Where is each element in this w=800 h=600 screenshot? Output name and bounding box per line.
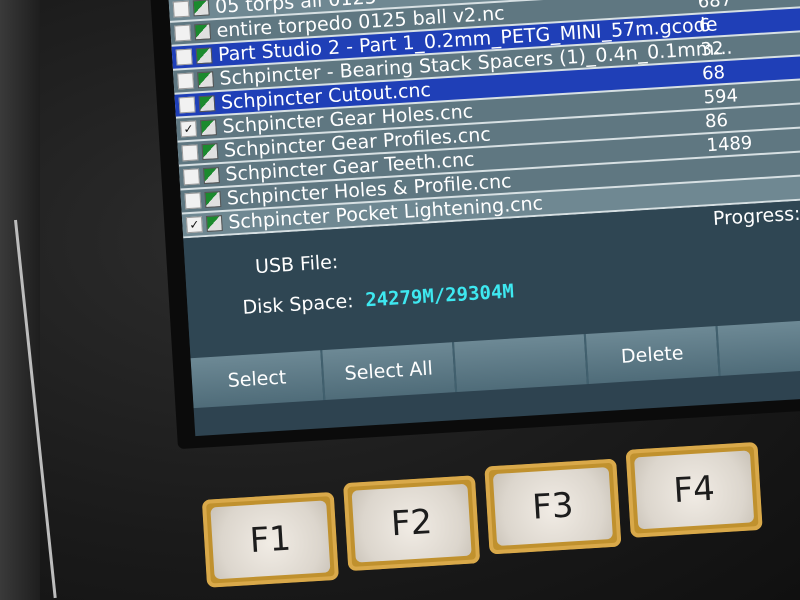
file-checkbox[interactable] (178, 96, 196, 114)
f4-key-label: F4 (634, 450, 755, 530)
progress-label: Progress: (712, 202, 800, 231)
file-checkbox[interactable] (181, 144, 199, 162)
file-type-icon (195, 47, 213, 65)
file-type-icon (192, 0, 210, 17)
file-size: 68 (701, 61, 726, 84)
file-list: 05 torps all 0125 entire torpedo 0125 bal… (168, 0, 800, 239)
file-size: 86 (704, 109, 729, 132)
blank-softkey-3[interactable] (454, 334, 589, 393)
select-softkey[interactable]: Select (190, 350, 326, 409)
file-size: 594 (702, 84, 739, 108)
file-checkbox[interactable] (184, 192, 202, 210)
f2-key-label: F2 (351, 483, 472, 563)
file-checkbox[interactable] (174, 24, 192, 42)
file-type-icon (200, 119, 217, 137)
file-type-icon (194, 23, 212, 41)
delete-softkey[interactable]: Delete (585, 325, 721, 384)
disk-space-value: 24279M/29304M (364, 280, 515, 312)
file-type-icon (197, 71, 215, 89)
file-checkbox[interactable] (175, 48, 193, 66)
usb-file-label: USB File: (254, 251, 339, 279)
f1-key-label: F1 (210, 500, 331, 580)
file-size: 6 (698, 14, 712, 37)
f3-key-label: F3 (492, 467, 613, 546)
file-type-icon (202, 167, 220, 185)
file-size: 32 (700, 37, 725, 60)
f1-key[interactable]: F1 (201, 491, 339, 588)
file-type-icon (198, 95, 216, 113)
file-type-icon (204, 191, 222, 209)
function-key-row: F1 F2 F3 F4 (200, 432, 800, 590)
screen-frame: 05 torps all 0125 entire torpedo 0125 bal… (150, 0, 800, 450)
file-checkbox[interactable]: ✓ (185, 216, 203, 234)
file-checkbox[interactable] (177, 72, 195, 90)
file-size: 1489 (705, 132, 753, 156)
blank-softkey-5[interactable] (717, 317, 800, 376)
controller-device: 05 torps all 0125 entire torpedo 0125 bal… (0, 0, 800, 600)
select-all-softkey[interactable]: Select All (322, 342, 458, 401)
disk-space-label: Disk Space: (241, 290, 355, 319)
lcd-screen: 05 torps all 0125 entire torpedo 0125 bal… (168, 0, 800, 437)
file-checkbox[interactable] (183, 168, 200, 186)
f3-key[interactable]: F3 (484, 458, 622, 555)
f2-key[interactable]: F2 (343, 475, 481, 572)
device-bezel (0, 0, 40, 600)
file-checkbox[interactable] (172, 0, 190, 18)
file-type-icon (205, 215, 223, 232)
file-type-icon (201, 143, 219, 161)
file-size: 687 (697, 0, 733, 13)
file-checkbox[interactable]: ✓ (180, 120, 198, 138)
f4-key[interactable]: F4 (625, 441, 763, 538)
